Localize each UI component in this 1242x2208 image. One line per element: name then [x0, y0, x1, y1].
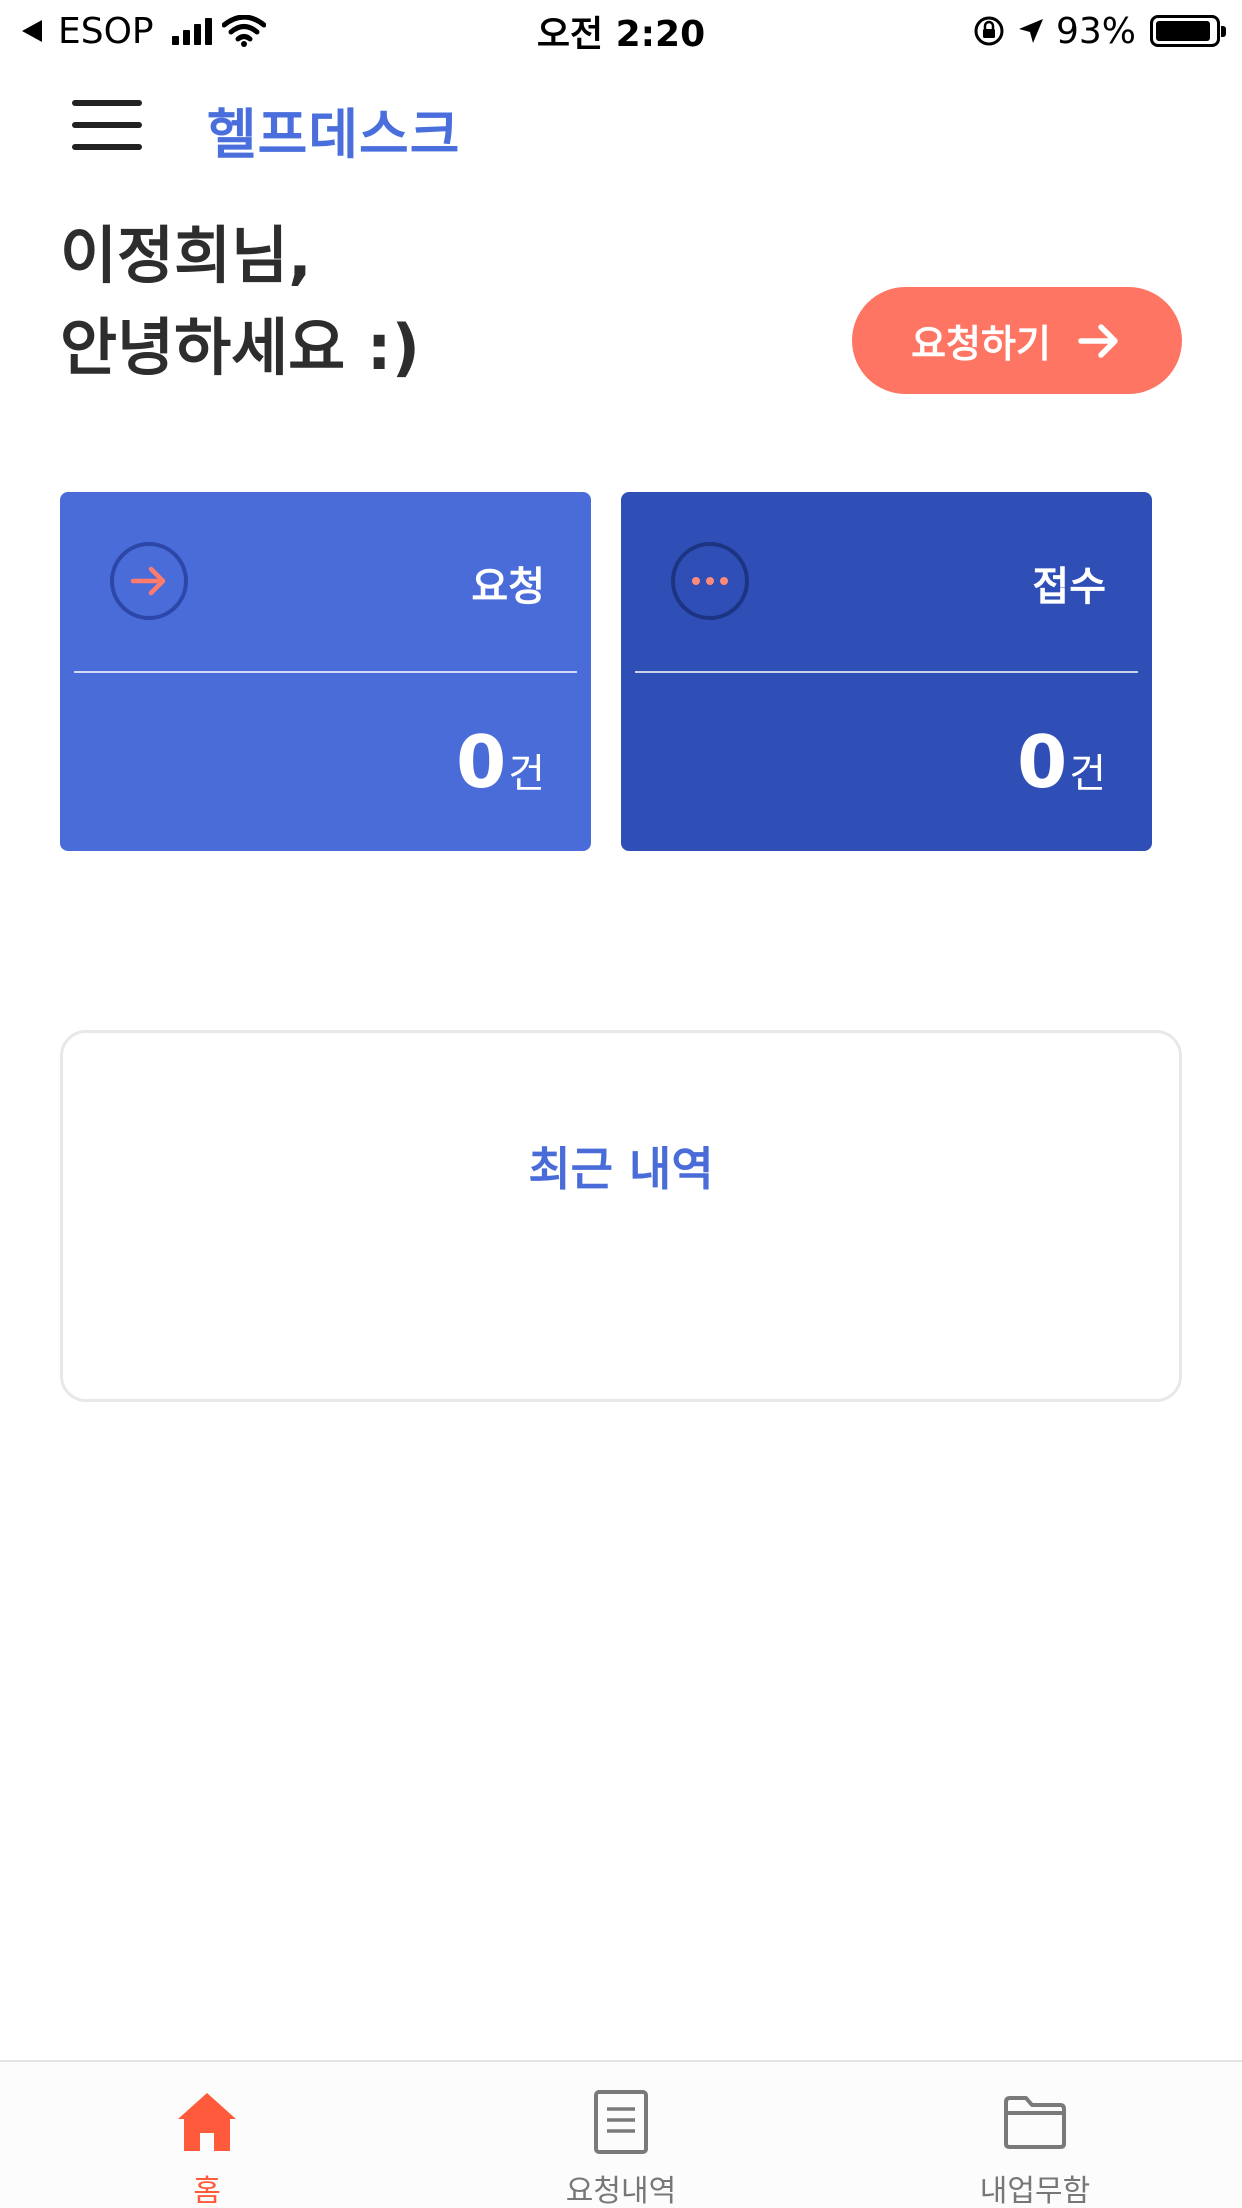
hamburger-menu-icon[interactable] — [72, 100, 142, 150]
nav-item-my-tasks[interactable]: 내업무함 — [885, 2062, 1185, 2208]
greeting-name: 이정희님, — [60, 219, 312, 292]
nav-item-request-history[interactable]: 요청내역 — [471, 2062, 771, 2208]
arrow-right-circle-icon — [110, 542, 188, 620]
card-label-request: 요청 — [471, 564, 545, 610]
received-count-card[interactable]: 접수 0 건 — [621, 492, 1152, 851]
bottom-navigation: 홈 요청내역 내업무함 — [0, 2060, 1242, 2208]
carrier-name: ESOP — [58, 10, 154, 52]
battery-icon — [1150, 15, 1226, 47]
greeting: 이정희님, 안녕하세요 :) — [60, 210, 420, 394]
back-to-app-icon[interactable] — [22, 20, 42, 42]
request-button[interactable]: 요청하기 — [852, 287, 1182, 394]
location-arrow-icon — [1018, 19, 1043, 43]
card-divider — [635, 671, 1138, 673]
card-label-received: 접수 — [1032, 564, 1106, 610]
folder-icon — [999, 2086, 1071, 2158]
arrow-right-icon — [1078, 323, 1118, 358]
nav-item-home[interactable]: 홈 — [57, 2062, 357, 2208]
nav-label: 내업무함 — [979, 2174, 1091, 2208]
wifi-icon — [221, 15, 266, 47]
recent-history-panel: 최근 내역 — [60, 1030, 1182, 1402]
nav-label: 홈 — [193, 2174, 221, 2208]
orientation-lock-icon — [974, 16, 1004, 46]
app-title: 헬프데스크 — [207, 103, 461, 166]
battery-percent: 93% — [1055, 10, 1136, 52]
battery-level-fill — [1156, 21, 1210, 41]
nav-label: 요청내역 — [565, 2174, 677, 2208]
received-count: 0 건 — [1017, 720, 1106, 804]
count-unit: 건 — [508, 751, 545, 797]
home-icon — [171, 2086, 243, 2158]
count-unit: 건 — [1069, 751, 1106, 797]
ellipsis-circle-icon — [671, 542, 749, 620]
request-count: 0 건 — [456, 720, 545, 804]
request-count-card[interactable]: 요청 0 건 — [60, 492, 591, 851]
count-number: 0 — [456, 720, 507, 804]
recent-history-title: 최근 내역 — [528, 1142, 714, 1196]
greeting-hello: 안녕하세요 :) — [60, 311, 420, 384]
count-number: 0 — [1017, 720, 1068, 804]
status-bar: ESOP 오전 2:20 93% — [0, 0, 1242, 62]
request-button-label: 요청하기 — [911, 322, 1051, 366]
document-icon — [585, 2086, 657, 2158]
status-bar-right: 93% — [972, 10, 1226, 52]
status-bar-left: ESOP — [22, 11, 266, 52]
cellular-signal-icon — [171, 17, 212, 45]
app-header: 헬프데스크 — [0, 70, 1242, 180]
helpdesk-home-screen: ESOP 오전 2:20 93% 헬프데스크 이정희님, 안녕하세요:) 요청… — [0, 0, 1242, 2208]
card-divider — [74, 671, 577, 673]
